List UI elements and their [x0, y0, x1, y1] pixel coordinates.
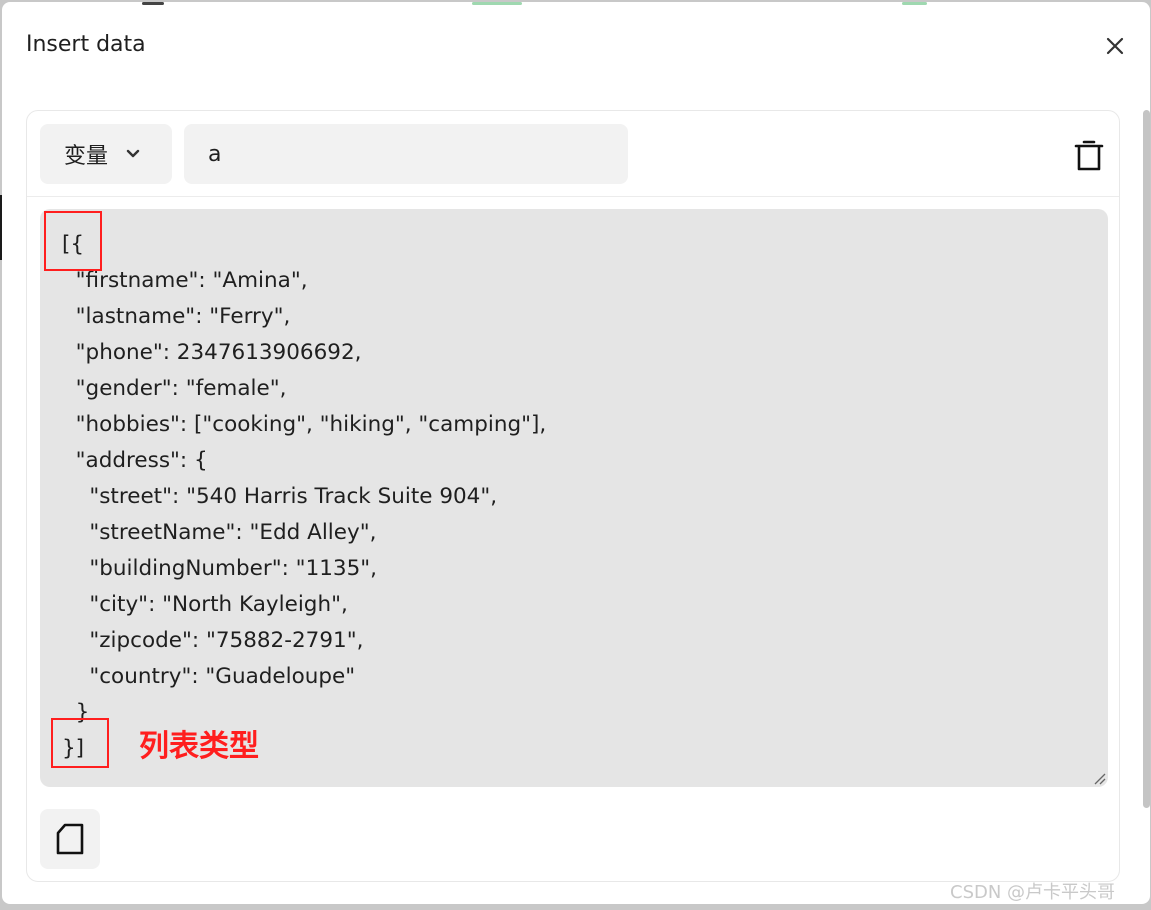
data-panel: 变量 [{ "firstname": "Amina", "lastname": …	[26, 110, 1120, 882]
panel-toolbar: 变量	[27, 111, 1119, 197]
variable-name-input[interactable]	[184, 124, 628, 184]
json-editor-content[interactable]: [{ "firstname": "Amina", "lastname": "Fe…	[62, 227, 546, 767]
annotation-box-close-bracket	[51, 718, 109, 768]
resize-grip-icon[interactable]	[1092, 771, 1106, 785]
copy-icon	[56, 823, 84, 855]
backdrop-smudge	[902, 2, 927, 5]
json-editor[interactable]: [{ "firstname": "Amina", "lastname": "Fe…	[40, 209, 1108, 787]
backdrop-smudge	[142, 2, 164, 5]
insert-data-dialog: Insert data 变量 [{ "firstname": "Amin	[2, 2, 1150, 904]
close-button[interactable]	[1099, 30, 1131, 62]
dialog-title: Insert data	[26, 32, 146, 57]
close-icon	[1106, 37, 1124, 55]
chevron-down-icon	[126, 149, 140, 158]
backdrop-smudge	[472, 2, 522, 5]
watermark: CSDN @卢卡平头哥	[950, 882, 1116, 903]
delete-button[interactable]	[1069, 135, 1109, 175]
trash-icon	[1074, 140, 1104, 171]
dialog-scrollbar[interactable]	[1143, 110, 1150, 808]
type-select-label: 变量	[64, 144, 109, 169]
annotation-label: 列表类型	[139, 729, 259, 764]
type-select[interactable]: 变量	[40, 124, 172, 184]
copy-button[interactable]	[40, 809, 100, 869]
annotation-box-open-bracket	[44, 211, 102, 271]
